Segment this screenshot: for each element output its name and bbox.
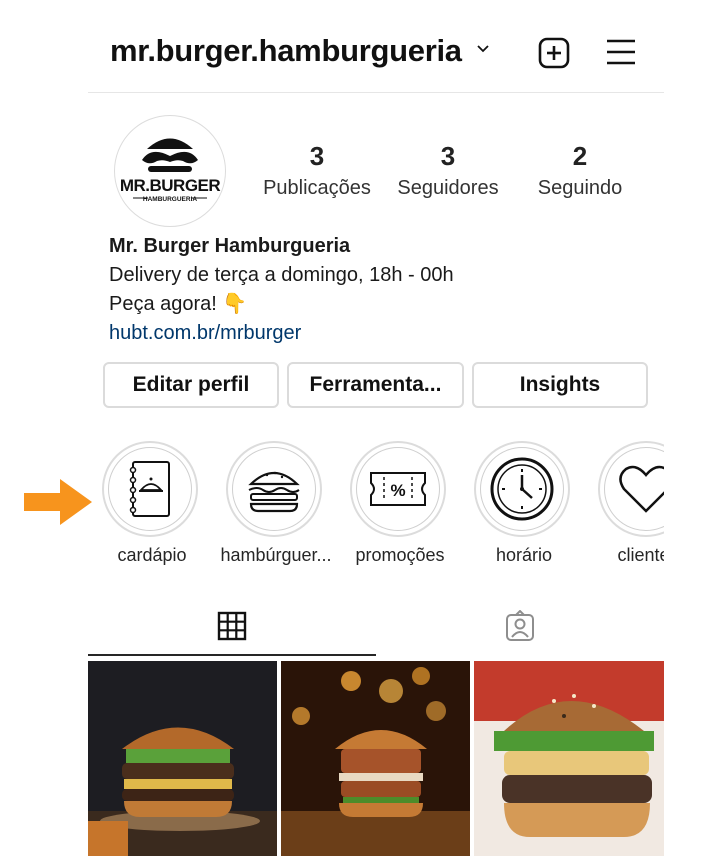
highlight-label: clientes (617, 545, 664, 565)
profile-screen: mr.burger.hamburgueria MR.BURGER HAMBURG… (88, 0, 664, 856)
insights-button[interactable]: Insights (472, 362, 648, 408)
highlight-promotions[interactable]: % promoções (350, 441, 450, 565)
bio-line-delivery: Delivery de terça a domingo, 18h - 00h (109, 264, 454, 286)
stat-posts-count: 3 (309, 141, 325, 171)
post-thumbnail[interactable] (281, 661, 470, 856)
profile-avatar[interactable]: MR.BURGER HAMBURGUERIA (114, 115, 226, 227)
burger-photo-1 (88, 661, 277, 856)
clock-icon (490, 457, 554, 521)
highlight-hours[interactable]: horário (474, 441, 574, 565)
tab-grid[interactable] (88, 595, 376, 657)
stat-followers[interactable]: 3 Seguidores (383, 141, 513, 201)
account-username[interactable]: mr.burger.hamburgueria (110, 33, 462, 69)
highlight-label: cardápio (117, 545, 187, 565)
highlight-label: hambúrguer... (220, 545, 332, 565)
highlight-clients[interactable]: clientes (598, 441, 664, 565)
stat-following-label: Seguindo (537, 177, 623, 199)
stat-following[interactable]: 2 Seguindo (515, 141, 645, 201)
burger-photo-2 (281, 661, 470, 856)
highlight-label: promoções (355, 545, 445, 565)
highlight-label: horário (495, 545, 553, 565)
active-tab-indicator (88, 654, 376, 656)
post-thumbnail[interactable] (474, 661, 664, 856)
tools-button[interactable]: Ferramenta... (287, 362, 464, 408)
brand-logo: MR.BURGER HAMBURGUERIA (120, 138, 221, 203)
stat-followers-label: Seguidores (397, 177, 499, 199)
stat-posts-label: Publicações (263, 177, 371, 199)
edit-profile-button[interactable]: Editar perfil (103, 362, 279, 408)
highlight-burgers[interactable]: hambúrguer... (220, 441, 332, 565)
post-thumbnail[interactable] (88, 661, 277, 856)
grid-icon (217, 611, 247, 641)
coupon-icon: % (370, 472, 426, 506)
stat-followers-count: 3 (440, 141, 456, 171)
menu-icon[interactable] (606, 38, 636, 66)
bio-link[interactable]: hubt.com.br/mrburger (109, 319, 629, 348)
svg-text:%: % (390, 481, 405, 500)
logo-subtext: HAMBURGUERIA (143, 196, 197, 203)
chevron-down-icon[interactable] (476, 42, 490, 56)
tab-tagged[interactable] (376, 595, 664, 657)
top-bar: mr.burger.hamburgueria (88, 0, 664, 93)
tagged-person-icon (506, 610, 534, 641)
pointer-arrow-icon (24, 479, 92, 525)
stat-posts[interactable]: 3 Publicações (252, 141, 382, 201)
burger-icon (248, 471, 300, 513)
highlight-menu[interactable]: cardápio (102, 441, 202, 565)
bio-name: Mr. Burger Hamburgueria (109, 235, 351, 257)
new-post-icon[interactable] (538, 37, 570, 69)
bio-line-order: Peça agora! 👇 (109, 293, 248, 315)
burger-photo-3 (474, 661, 664, 856)
stat-following-count: 2 (572, 141, 588, 171)
logo-text: MR.BURGER (120, 176, 221, 195)
heart-icon (619, 465, 664, 513)
profile-bio: Mr. Burger Hamburgueria Delivery de terç… (109, 232, 629, 348)
menu-book-icon (129, 461, 170, 517)
